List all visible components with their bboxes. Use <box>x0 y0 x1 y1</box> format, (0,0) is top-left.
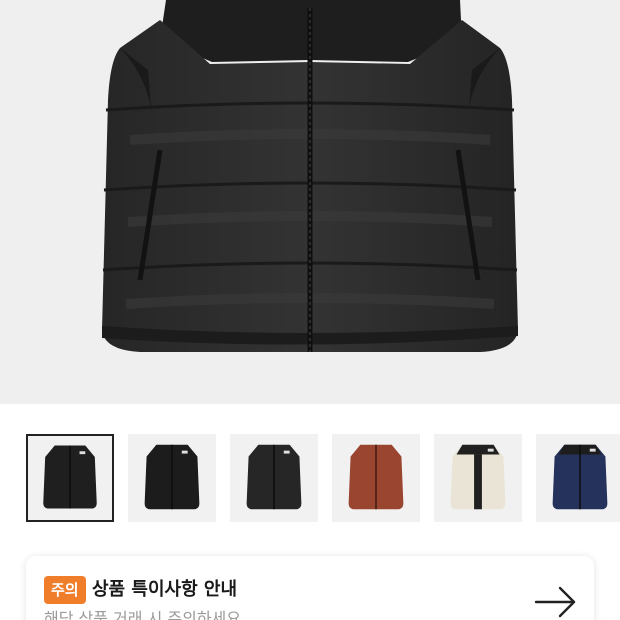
thumbnail-3[interactable] <box>230 434 318 522</box>
thumbnail-6[interactable] <box>536 434 620 522</box>
vest-image <box>102 0 518 352</box>
thumbnail-2[interactable] <box>128 434 216 522</box>
arrow-right-icon[interactable] <box>534 584 578 620</box>
thumbnail-strip <box>0 434 620 526</box>
vest-thumb-icon <box>144 444 200 510</box>
vest-thumb-icon <box>552 444 608 510</box>
vest-thumb-icon <box>246 444 302 510</box>
thumbnail-4[interactable] <box>332 434 420 522</box>
vest-thumb-icon <box>43 445 97 509</box>
vest-thumb-icon <box>348 444 404 510</box>
product-main-image[interactable] <box>0 0 620 404</box>
notice-card[interactable]: 주의 상품 특이사항 안내 해당 상품 거래 시 주의하세요 <box>26 556 594 620</box>
vest-thumb-icon <box>450 444 506 510</box>
caution-badge: 주의 <box>44 576 86 604</box>
thumbnail-1[interactable] <box>26 434 114 522</box>
notice-subtitle: 해당 상품 거래 시 주의하세요 <box>44 609 241 620</box>
notice-title: 상품 특이사항 안내 <box>92 579 238 600</box>
thumbnail-5[interactable] <box>434 434 522 522</box>
